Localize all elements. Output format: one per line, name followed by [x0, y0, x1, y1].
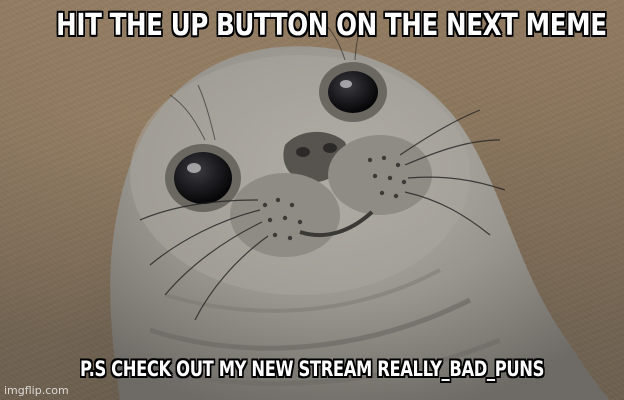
nostril	[323, 143, 337, 153]
left-eye-shine	[187, 163, 201, 173]
nostril	[296, 147, 310, 157]
right-eye	[328, 71, 378, 113]
meme-image: HIT THE UP BUTTON ON THE NEXT MEME P.S C…	[0, 0, 624, 400]
seal-illustration	[110, 21, 610, 400]
watermark: imgflip.com	[4, 384, 69, 397]
bottom-caption: P.S CHECK OUT MY NEW STREAM REALLY_BAD_P…	[79, 357, 544, 381]
muzzle-left	[230, 173, 340, 257]
top-caption: HIT THE UP BUTTON ON THE NEXT MEME	[56, 8, 607, 43]
left-eye	[174, 152, 232, 204]
right-eye-shine	[340, 80, 352, 88]
muzzle-right	[328, 135, 432, 215]
